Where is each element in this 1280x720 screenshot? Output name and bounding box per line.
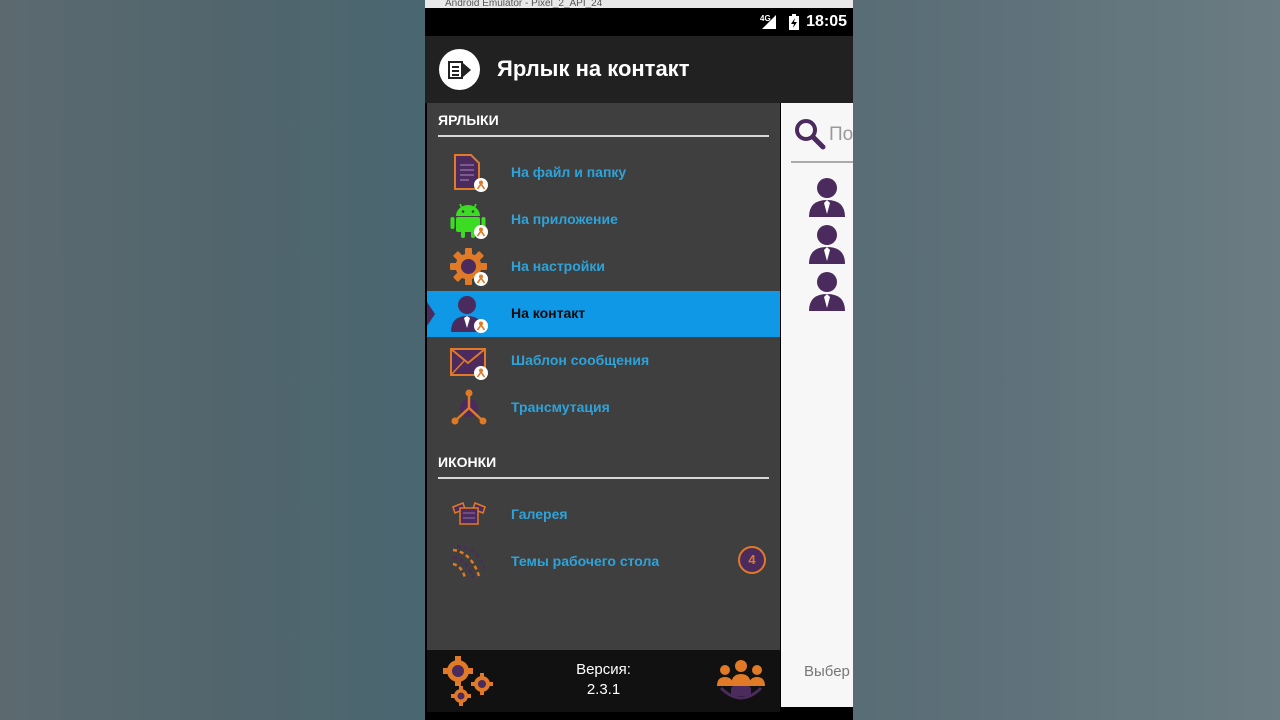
search-icon[interactable] [793, 117, 827, 151]
drawer-item-label: Галерея [511, 506, 568, 522]
drawer-item-label: Трансмутация [511, 399, 610, 415]
person-contact-icon [451, 296, 488, 333]
drawer-item-settings[interactable]: На настройки [427, 244, 780, 290]
drawer-item-label: На файл и папку [511, 164, 627, 180]
section-header-shortcuts: ЯРЛЫКИ [438, 112, 499, 128]
drawer-item-label: На контакт [511, 305, 586, 321]
drawer-item-contact[interactable]: На контакт [427, 291, 780, 337]
gallery-icon [452, 502, 486, 525]
drawer-item-label: На настройки [511, 258, 605, 274]
contact-avatar-icon[interactable] [807, 177, 847, 219]
envelope-contact-icon [450, 348, 488, 380]
emulator-title-bar: Android Emulator - Pixel_2_API_24 [425, 0, 853, 8]
android-contact-icon [450, 203, 488, 239]
community-icon[interactable] [715, 658, 767, 704]
section-header-icons: ИКОНКИ [438, 454, 497, 470]
contacts-panel: По Выбер [781, 103, 853, 707]
navigation-drawer: ЯРЛЫКИ На файл и папку На приложение На … [427, 103, 780, 650]
drawer-item-gallery[interactable]: Галерея [427, 492, 780, 538]
drawer-item-application[interactable]: На приложение [427, 197, 780, 243]
search-input[interactable]: По [829, 124, 853, 146]
status-bar: 4G 18:05 [425, 8, 853, 36]
shortcut-logo-icon[interactable] [439, 49, 480, 90]
contact-avatar-icon[interactable] [807, 271, 847, 313]
desktop-themes-icon [452, 545, 486, 579]
app-bar: Ярлык на контакт [425, 36, 853, 103]
app-title: Ярлык на контакт [497, 56, 690, 81]
drawer-item-transmutation[interactable]: Трансмутация [427, 385, 780, 431]
gear-contact-icon [450, 248, 488, 286]
drawer-footer: Версия: 2.3.1 [427, 650, 780, 712]
section-divider [438, 477, 769, 479]
count-badge: 4 [738, 546, 766, 574]
file-contact-icon [454, 154, 488, 192]
select-hint: Выбер [804, 663, 850, 680]
drawer-item-desktop-themes[interactable]: Темы рабочего стола 4 [427, 539, 780, 585]
drawer-item-file-folder[interactable]: На файл и папку [427, 150, 780, 196]
signal-icon: 4G [760, 14, 777, 29]
network-type: 4G [760, 14, 771, 23]
transmutation-icon [451, 389, 487, 425]
section-divider [438, 135, 769, 137]
drawer-item-label: Шаблон сообщения [511, 352, 650, 368]
search-underline [791, 161, 853, 163]
drawer-item-label: Темы рабочего стола [511, 553, 660, 569]
drawer-item-label: На приложение [511, 211, 618, 227]
drawer-item-message-template[interactable]: Шаблон сообщения [427, 338, 780, 384]
status-time: 18:05 [806, 13, 847, 30]
device-screen: Android Emulator - Pixel_2_API_24 4G 18:… [425, 0, 853, 720]
battery-icon [789, 14, 800, 30]
contact-avatar-icon[interactable] [807, 224, 847, 266]
selection-marker [427, 302, 435, 326]
